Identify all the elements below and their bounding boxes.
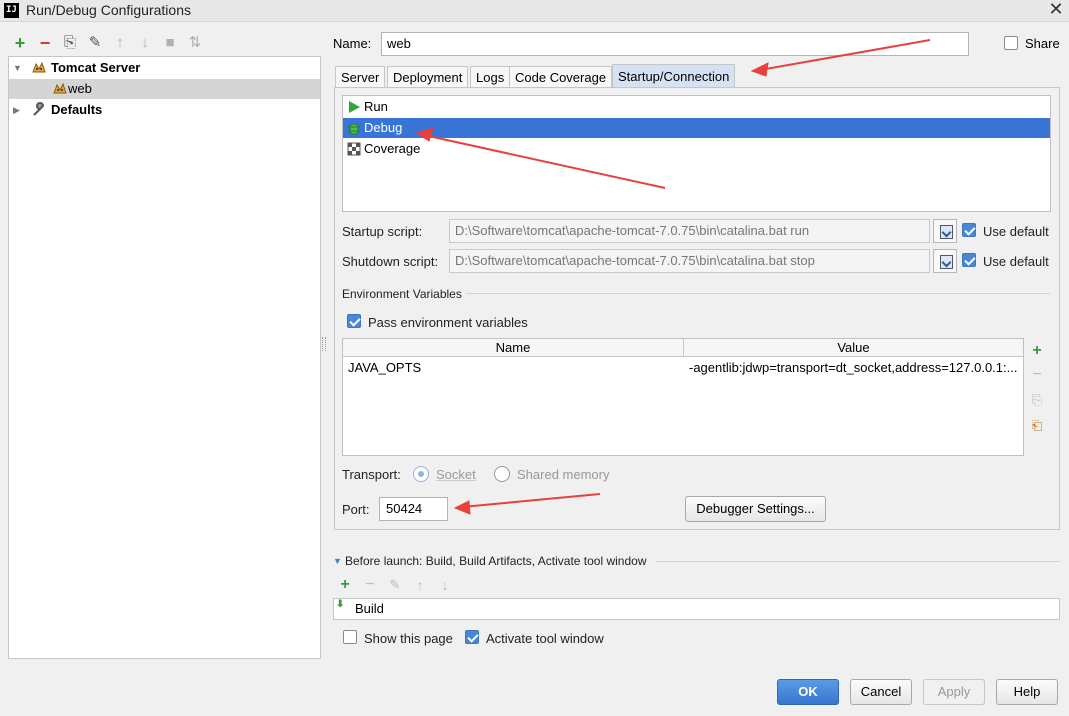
- build-icon: ⬇: [336, 599, 345, 610]
- shared-memory-radio[interactable]: [494, 466, 510, 482]
- tree-item-label: Defaults: [51, 102, 103, 117]
- mode-label: Run: [364, 99, 388, 114]
- tab-server[interactable]: Server: [335, 66, 386, 87]
- add-icon[interactable]: +: [10, 33, 30, 53]
- move-task-down-icon[interactable]: ↓: [436, 576, 454, 594]
- startup-browse-icon[interactable]: [933, 219, 957, 243]
- shutdown-use-default-checkbox[interactable]: [962, 253, 976, 267]
- coverage-icon: [347, 142, 361, 156]
- tree-item-label: Tomcat Server: [51, 60, 141, 75]
- move-up-icon[interactable]: ↑: [110, 33, 130, 53]
- shared-memory-label: Shared memory: [517, 467, 610, 482]
- shutdown-script-label: Shutdown script:: [342, 254, 439, 269]
- activate-tool-window-label: Activate tool window: [486, 631, 604, 646]
- copy-icon[interactable]: ⎘: [60, 33, 80, 53]
- add-task-icon[interactable]: +: [336, 576, 354, 594]
- intellij-app-icon: IJ: [4, 3, 19, 18]
- mode-item-run[interactable]: Run: [343, 97, 1050, 117]
- tree-item-web[interactable]: web: [9, 79, 320, 99]
- copy-env-icon[interactable]: ⎘: [1028, 391, 1046, 409]
- shutdown-use-default-label: Use default: [983, 254, 1049, 269]
- tree-item-defaults[interactable]: ▶ Defaults: [9, 100, 320, 120]
- pass-env-label: Pass environment variables: [368, 315, 528, 330]
- startup-script-label: Startup script:: [342, 224, 423, 239]
- mode-label: Coverage: [364, 141, 421, 156]
- move-task-up-icon[interactable]: ↑: [411, 576, 429, 594]
- remove-icon[interactable]: −: [35, 33, 55, 53]
- help-button[interactable]: Help: [996, 679, 1058, 705]
- splitter-handle[interactable]: [322, 337, 326, 351]
- env-name-cell[interactable]: JAVA_OPTS: [348, 358, 678, 378]
- edit-task-icon[interactable]: ✎: [386, 576, 404, 594]
- env-value-cell[interactable]: -agentlib:jdwp=transport=dt_socket,addre…: [689, 358, 1021, 378]
- ok-button[interactable]: OK: [777, 679, 839, 705]
- startup-use-default-checkbox[interactable]: [962, 223, 976, 237]
- edit-defaults-icon[interactable]: ✎: [85, 33, 105, 53]
- paste-env-icon[interactable]: ⎗: [1028, 417, 1046, 435]
- collapse-before-launch-icon[interactable]: ▼: [333, 556, 342, 566]
- configuration-tree: ▼ Tomcat Server web ▶ Defaults: [8, 56, 321, 659]
- activate-tool-window-checkbox[interactable]: [465, 630, 479, 644]
- add-env-icon[interactable]: +: [1028, 342, 1046, 360]
- mode-item-debug[interactable]: Debug: [343, 118, 1050, 138]
- before-launch-item-label: Build: [355, 601, 384, 616]
- pass-env-checkbox[interactable]: [347, 314, 361, 328]
- tab-startup-connection[interactable]: Startup/Connection: [612, 64, 736, 87]
- tab-deployment[interactable]: Deployment: [387, 66, 469, 87]
- tomcat-icon: [52, 81, 68, 97]
- tab-logs[interactable]: Logs: [470, 66, 511, 87]
- mode-item-coverage[interactable]: Coverage: [343, 139, 1050, 159]
- title-bar: IJ Run/Debug Configurations ✕: [0, 0, 1069, 22]
- tree-item-label: web: [68, 81, 92, 96]
- run-mode-list: Run Debug Coverage: [342, 95, 1051, 212]
- expand-triangle-icon[interactable]: ▶: [13, 100, 20, 120]
- name-label: Name:: [333, 36, 372, 51]
- tomcat-icon: [31, 60, 47, 76]
- share-label: Share: [1025, 36, 1060, 51]
- before-launch-label: Before launch: Build, Build Artifacts, A…: [345, 554, 647, 568]
- before-launch-list: ⬇ Build: [333, 598, 1060, 620]
- share-checkbox[interactable]: [1004, 36, 1018, 50]
- startup-use-default-label: Use default: [983, 224, 1049, 239]
- wrench-icon: [31, 102, 47, 118]
- debug-icon: [347, 121, 361, 135]
- table-row[interactable]: JAVA_OPTS -agentlib:jdwp=transport=dt_so…: [343, 358, 1023, 379]
- name-input[interactable]: web: [381, 32, 969, 56]
- window-title: Run/Debug Configurations: [26, 2, 191, 18]
- port-label: Port:: [342, 502, 370, 517]
- column-header-value[interactable]: Value: [684, 339, 1023, 357]
- section-divider: [656, 561, 1060, 562]
- port-input[interactable]: 50424: [379, 497, 448, 521]
- close-icon[interactable]: ✕: [1046, 0, 1066, 19]
- collapse-triangle-icon[interactable]: ▼: [13, 58, 22, 78]
- tab-code-coverage[interactable]: Code Coverage: [509, 66, 613, 87]
- env-variables-table: Name Value JAVA_OPTS -agentlib:jdwp=tran…: [342, 338, 1024, 456]
- cancel-button[interactable]: Cancel: [850, 679, 912, 705]
- column-header-name[interactable]: Name: [343, 339, 684, 357]
- folder-icon[interactable]: ■: [160, 33, 180, 53]
- tree-item-tomcat-server[interactable]: ▼ Tomcat Server: [9, 58, 320, 78]
- debugger-settings-button[interactable]: Debugger Settings...: [685, 496, 826, 522]
- show-page-checkbox[interactable]: [343, 630, 357, 644]
- socket-label: Socket: [436, 467, 476, 482]
- shutdown-script-field[interactable]: D:\Software\tomcat\apache-tomcat-7.0.75\…: [449, 249, 930, 273]
- run-icon: [347, 100, 361, 114]
- env-section-label: Environment Variables: [342, 287, 462, 301]
- remove-task-icon[interactable]: −: [361, 576, 379, 594]
- show-page-label: Show this page: [364, 631, 453, 646]
- apply-button[interactable]: Apply: [923, 679, 985, 705]
- mode-label: Debug: [364, 120, 403, 135]
- transport-label: Transport:: [342, 467, 401, 482]
- socket-radio[interactable]: [413, 466, 429, 482]
- section-divider: [466, 293, 1050, 294]
- move-down-icon[interactable]: ↓: [135, 33, 155, 53]
- shutdown-browse-icon[interactable]: [933, 249, 957, 273]
- startup-script-field[interactable]: D:\Software\tomcat\apache-tomcat-7.0.75\…: [449, 219, 930, 243]
- sort-icon[interactable]: ⇅: [185, 33, 205, 53]
- list-item[interactable]: ⬇ Build: [334, 599, 1059, 619]
- remove-env-icon[interactable]: −: [1028, 366, 1046, 384]
